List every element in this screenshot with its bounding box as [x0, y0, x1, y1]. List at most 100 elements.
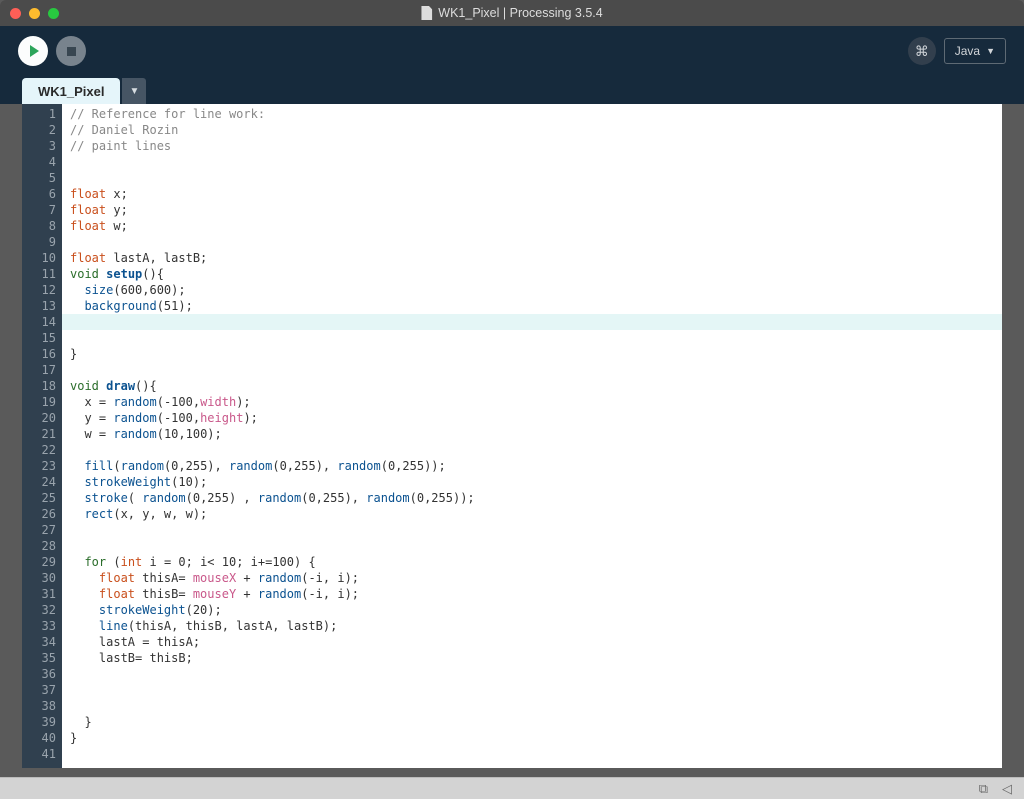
line-number: 5	[22, 170, 62, 186]
code-area[interactable]: // Reference for line work:// Daniel Roz…	[62, 104, 1002, 768]
code-line[interactable]: strokeWeight(10);	[70, 474, 1002, 490]
code-line[interactable]: float thisA= mouseX + random(-i, i);	[70, 570, 1002, 586]
run-button[interactable]	[18, 36, 48, 66]
code-line[interactable]	[70, 362, 1002, 378]
code-line[interactable]: // Reference for line work:	[70, 106, 1002, 122]
line-number: 32	[22, 602, 62, 618]
code-line[interactable]	[70, 746, 1002, 762]
code-line[interactable]	[62, 314, 1002, 330]
mode-label: Java	[955, 44, 980, 58]
tab-active[interactable]: WK1_Pixel	[22, 78, 120, 104]
code-line[interactable]: lastB= thisB;	[70, 650, 1002, 666]
line-number: 30	[22, 570, 62, 586]
window-title-group: WK1_Pixel | Processing 3.5.4	[421, 6, 602, 20]
line-number: 20	[22, 410, 62, 426]
line-number: 22	[22, 442, 62, 458]
code-line[interactable]	[70, 522, 1002, 538]
titlebar: WK1_Pixel | Processing 3.5.4	[0, 0, 1024, 26]
code-line[interactable]	[70, 538, 1002, 554]
minimize-window-button[interactable]	[29, 8, 40, 19]
status-bar: ⧉ ◁	[0, 777, 1024, 799]
caret-left-icon[interactable]: ◁	[1002, 781, 1012, 797]
code-line[interactable]: void draw(){	[70, 378, 1002, 394]
line-number: 21	[22, 426, 62, 442]
code-line[interactable]: lastA = thisA;	[70, 634, 1002, 650]
code-line[interactable]: float x;	[70, 186, 1002, 202]
code-line[interactable]: // Daniel Rozin	[70, 122, 1002, 138]
tab-label: WK1_Pixel	[38, 84, 104, 99]
line-number: 33	[22, 618, 62, 634]
tab-dropdown-button[interactable]: ▼	[122, 78, 146, 104]
line-number: 11	[22, 266, 62, 282]
code-line[interactable]	[70, 170, 1002, 186]
code-line[interactable]: stroke( random(0,255) , random(0,255), r…	[70, 490, 1002, 506]
code-line[interactable]: strokeWeight(20);	[70, 602, 1002, 618]
line-number: 23	[22, 458, 62, 474]
mode-selector[interactable]: Java ▼	[944, 38, 1006, 64]
file-icon	[421, 6, 432, 20]
line-gutter: 1234567891011121314151617181920212223242…	[22, 104, 62, 768]
code-line[interactable]: }	[70, 730, 1002, 746]
line-number: 4	[22, 154, 62, 170]
code-line[interactable]	[70, 234, 1002, 250]
line-number: 19	[22, 394, 62, 410]
debugger-button[interactable]: ⌘	[908, 37, 936, 65]
code-line[interactable]: background(51);	[70, 298, 1002, 314]
line-number: 26	[22, 506, 62, 522]
line-number: 25	[22, 490, 62, 506]
code-line[interactable]	[70, 154, 1002, 170]
line-number: 14	[22, 314, 62, 330]
line-number: 13	[22, 298, 62, 314]
maximize-window-button[interactable]	[48, 8, 59, 19]
code-line[interactable]	[70, 666, 1002, 682]
stop-icon	[67, 47, 76, 56]
butterfly-icon: ⌘	[915, 43, 929, 60]
code-line[interactable]: line(thisA, thisB, lastA, lastB);	[70, 618, 1002, 634]
code-line[interactable]: void setup(){	[70, 266, 1002, 282]
copy-icon[interactable]: ⧉	[979, 781, 988, 797]
line-number: 39	[22, 714, 62, 730]
code-line[interactable]: fill(random(0,255), random(0,255), rando…	[70, 458, 1002, 474]
line-number: 18	[22, 378, 62, 394]
code-line[interactable]: }	[70, 714, 1002, 730]
line-number: 7	[22, 202, 62, 218]
line-number: 31	[22, 586, 62, 602]
chevron-down-icon: ▼	[130, 86, 140, 97]
line-number: 35	[22, 650, 62, 666]
code-line[interactable]: x = random(-100,width);	[70, 394, 1002, 410]
line-number: 15	[22, 330, 62, 346]
line-number: 2	[22, 122, 62, 138]
toolbar: ⌘ Java ▼	[0, 26, 1024, 76]
code-line[interactable]: float w;	[70, 218, 1002, 234]
code-line[interactable]	[70, 698, 1002, 714]
window-title: WK1_Pixel | Processing 3.5.4	[438, 6, 602, 20]
play-icon	[30, 45, 39, 57]
code-line[interactable]	[70, 682, 1002, 698]
code-line[interactable]: rect(x, y, w, w);	[70, 506, 1002, 522]
line-number: 9	[22, 234, 62, 250]
code-line[interactable]	[70, 330, 1002, 346]
code-line[interactable]: float thisB= mouseY + random(-i, i);	[70, 586, 1002, 602]
line-number: 34	[22, 634, 62, 650]
line-number: 37	[22, 682, 62, 698]
code-line[interactable]: size(600,600);	[70, 282, 1002, 298]
line-number: 8	[22, 218, 62, 234]
code-line[interactable]: float lastA, lastB;	[70, 250, 1002, 266]
code-line[interactable]: w = random(10,100);	[70, 426, 1002, 442]
code-line[interactable]: float y;	[70, 202, 1002, 218]
close-window-button[interactable]	[10, 8, 21, 19]
line-number: 17	[22, 362, 62, 378]
line-number: 6	[22, 186, 62, 202]
line-number: 29	[22, 554, 62, 570]
code-line[interactable]: y = random(-100,height);	[70, 410, 1002, 426]
line-number: 40	[22, 730, 62, 746]
stop-button[interactable]	[56, 36, 86, 66]
line-number: 28	[22, 538, 62, 554]
code-line[interactable]: // paint lines	[70, 138, 1002, 154]
line-number: 24	[22, 474, 62, 490]
code-line[interactable]: }	[70, 346, 1002, 362]
line-number: 27	[22, 522, 62, 538]
code-line[interactable]: for (int i = 0; i< 10; i+=100) {	[70, 554, 1002, 570]
toolbar-right: ⌘ Java ▼	[908, 37, 1006, 65]
code-line[interactable]	[70, 442, 1002, 458]
